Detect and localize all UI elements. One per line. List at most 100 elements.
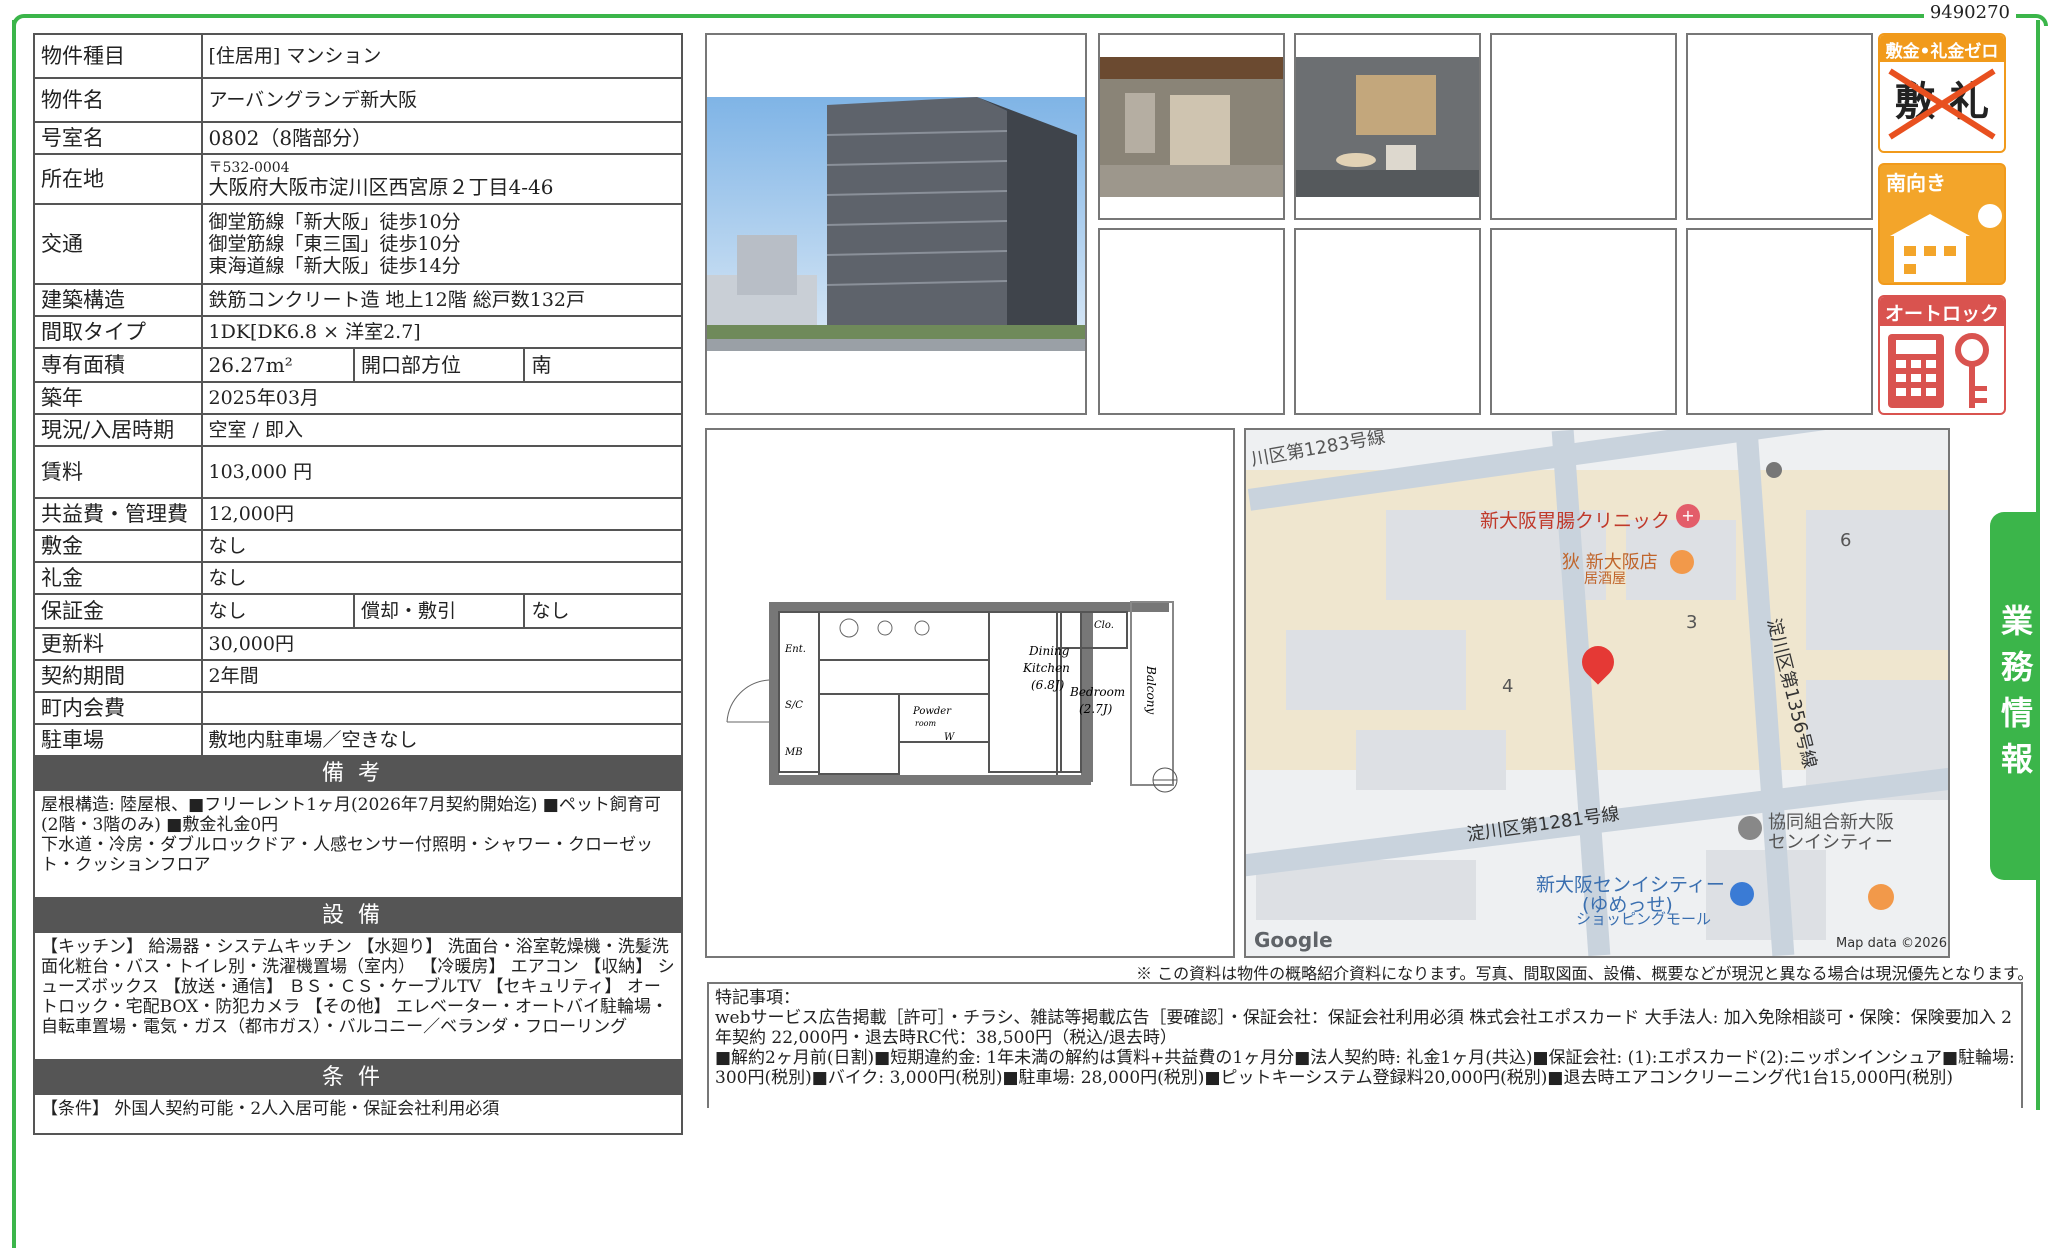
- postal-code: 〒532-0004: [208, 159, 290, 176]
- plan-label-sc: S/C: [785, 700, 803, 711]
- rent-label: 賃料: [33, 445, 203, 499]
- clinic-pin-icon: +: [1676, 504, 1700, 528]
- thumbnail-empty-4: [1294, 228, 1481, 415]
- layout-value: 1DK[DK6.8 × 洋室2.7]: [200, 315, 683, 349]
- special-notes-title: 特記事項：: [715, 988, 800, 1008]
- cross-out-icon: [1888, 68, 1996, 140]
- key-money-label: 礼金: [33, 561, 203, 595]
- guarantee-label: 保証金: [33, 593, 203, 629]
- conditions-body: 【条件】 外国人契約可能・2人入居可能・保証会社利用必須: [33, 1095, 683, 1135]
- fee-label: 共益費・管理費: [33, 497, 203, 531]
- thumbnail-empty-5: [1490, 228, 1677, 415]
- thumbnail-empty-6: [1686, 228, 1873, 415]
- map-number-3: 3: [1686, 612, 1698, 633]
- svg-text:(6.8J): (6.8J): [1031, 678, 1065, 692]
- shopping-pin-icon: [1730, 882, 1754, 906]
- south-facing-title: 南向き: [1886, 171, 1946, 195]
- lobby-image: [1296, 57, 1479, 197]
- cafe-pin-icon: [1868, 884, 1894, 910]
- structure-label: 建築構造: [33, 283, 203, 317]
- renewal-value: 30,000円: [200, 627, 683, 661]
- remarks-body: 屋根構造: 陸屋根、■フリーレント1ヶ月(2026年7月契約開始迄) ■ペット飼…: [33, 791, 683, 899]
- plan-label-bedroom: Bedroom: [1069, 685, 1125, 699]
- map-izakaya-sub: 居酒屋: [1584, 571, 1626, 587]
- guarantee-value: なし: [200, 593, 355, 629]
- contract-label: 契約期間: [33, 659, 203, 693]
- document-id: 9490270: [1923, 2, 2016, 23]
- property-spec-panel: 物件種目 [住居用] マンション 物件名 アーバングランデ新大阪 号室名 080…: [33, 33, 683, 1135]
- business-info-tab-label: 業務情報: [1996, 604, 2034, 788]
- svg-text:room: room: [915, 719, 936, 728]
- plan-label-closet: Clo.: [1094, 620, 1114, 631]
- structure-value: 鉄筋コンクリート造 地上12階 総戸数132戸: [200, 283, 683, 317]
- status-label: 現況/入居時期: [33, 413, 203, 447]
- building-photo[interactable]: [705, 33, 1087, 415]
- renewal-label: 更新料: [33, 627, 203, 661]
- town-fee-label: 町内会費: [33, 691, 203, 725]
- built-label: 築年: [33, 381, 203, 415]
- plan-label-powder: Powder: [912, 706, 952, 717]
- direction-value: 南: [523, 347, 683, 383]
- transport-line: 東海道線「新大阪」徒歩14分: [208, 255, 461, 277]
- address-text: 大阪府大阪市淀川区西宮原２丁目4-46: [208, 174, 554, 199]
- thumbnail-entrance[interactable]: [1098, 33, 1285, 220]
- thumbnail-empty-1: [1490, 33, 1677, 220]
- keypad-key-icon: [1888, 333, 1989, 408]
- thumbnail-empty-2: [1686, 33, 1873, 220]
- map-clinic-label: 新大阪胃腸クリニック: [1480, 510, 1671, 532]
- page-frame-top: [12, 14, 2048, 26]
- page-frame-left: [12, 20, 16, 1248]
- area-label: 専有面積: [33, 347, 203, 383]
- map-number-6: 6: [1840, 530, 1852, 551]
- address-label: 所在地: [33, 153, 203, 205]
- entrance-image: [1100, 57, 1283, 197]
- thumbnail-lobby[interactable]: [1294, 33, 1481, 220]
- area-value: 26.27m²: [200, 347, 355, 383]
- transport-line: 御堂筋線「東三国」徒歩10分: [208, 233, 461, 255]
- layout-label: 間取タイプ: [33, 315, 203, 349]
- business-info-tab[interactable]: 業務情報: [1990, 512, 2040, 880]
- disclaimer-note: ※ この資料は物件の概略紹介資料になります。写真、間取図面、設備、概要などが現況…: [1136, 964, 2034, 983]
- spec-table: 物件種目 [住居用] マンション 物件名 アーバングランデ新大阪 号室名 080…: [33, 33, 683, 757]
- address-value: 〒532-0004 大阪府大阪市淀川区西宮原２丁目4-46: [200, 153, 683, 205]
- plan-label-mb: MB: [784, 747, 803, 758]
- rent-value: 103,000 円: [200, 445, 683, 499]
- plan-label-entrance: Ent.: [784, 644, 806, 655]
- floor-plan[interactable]: Dining Kitchen (6.8J) Bedroom (2.7J) Bal…: [705, 428, 1235, 958]
- zero-deposit-title: 敷金•礼金ゼロ: [1880, 35, 2004, 62]
- room-label: 号室名: [33, 121, 203, 155]
- svg-text:(2.7J): (2.7J): [1079, 702, 1113, 716]
- map-mall-label-3: ショッピングモール: [1576, 910, 1712, 928]
- south-facing-badge: 南向き: [1878, 163, 2006, 285]
- plan-label-washer: W: [944, 732, 955, 743]
- equipment-header: 設備: [33, 899, 683, 933]
- transport-value: 御堂筋線「新大阪」徒歩10分 御堂筋線「東三国」徒歩10分 東海道線「新大阪」徒…: [200, 203, 683, 285]
- town-fee-value: [200, 691, 683, 725]
- transit-icon: [1766, 462, 1782, 478]
- plan-label-kitchen: Dining: [1028, 644, 1070, 658]
- plan-label-balcony: Balcony: [1144, 665, 1158, 714]
- building-image: [707, 97, 1085, 351]
- house-sun-icon: [1890, 204, 2002, 282]
- location-map[interactable]: 川区第1283号線 淀川区第1281号線 淀川区第1356号線 新大阪胃腸クリニ…: [1244, 428, 1950, 958]
- type-value: [住居用] マンション: [200, 33, 683, 79]
- remarks-header: 備考: [33, 757, 683, 791]
- type-label: 物件種目: [33, 33, 203, 79]
- transport-line: 御堂筋線「新大阪」徒歩10分: [208, 211, 461, 233]
- svg-text:Kitchen: Kitchen: [1022, 661, 1070, 675]
- map-road-label-1283: 川区第1283号線: [1249, 428, 1387, 471]
- conditions-header: 条件: [33, 1061, 683, 1095]
- transport-label: 交通: [33, 203, 203, 285]
- status-value: 空室 / 即入: [200, 413, 683, 447]
- deposit-label: 敷金: [33, 529, 203, 563]
- built-value: 2025年03月: [200, 381, 683, 415]
- key-money-value: なし: [200, 561, 683, 595]
- direction-label: 開口部方位: [352, 347, 526, 383]
- parking-value: 敷地内駐車場／空きなし: [200, 723, 683, 757]
- map-coop-label-2: センイシティー: [1768, 832, 1893, 853]
- thumbnail-empty-3: [1098, 228, 1285, 415]
- autolock-title: オートロック: [1880, 297, 2004, 326]
- restaurant-pin-icon: [1670, 550, 1694, 574]
- room-value: 0802（8階部分）: [200, 121, 683, 155]
- contract-value: 2年間: [200, 659, 683, 693]
